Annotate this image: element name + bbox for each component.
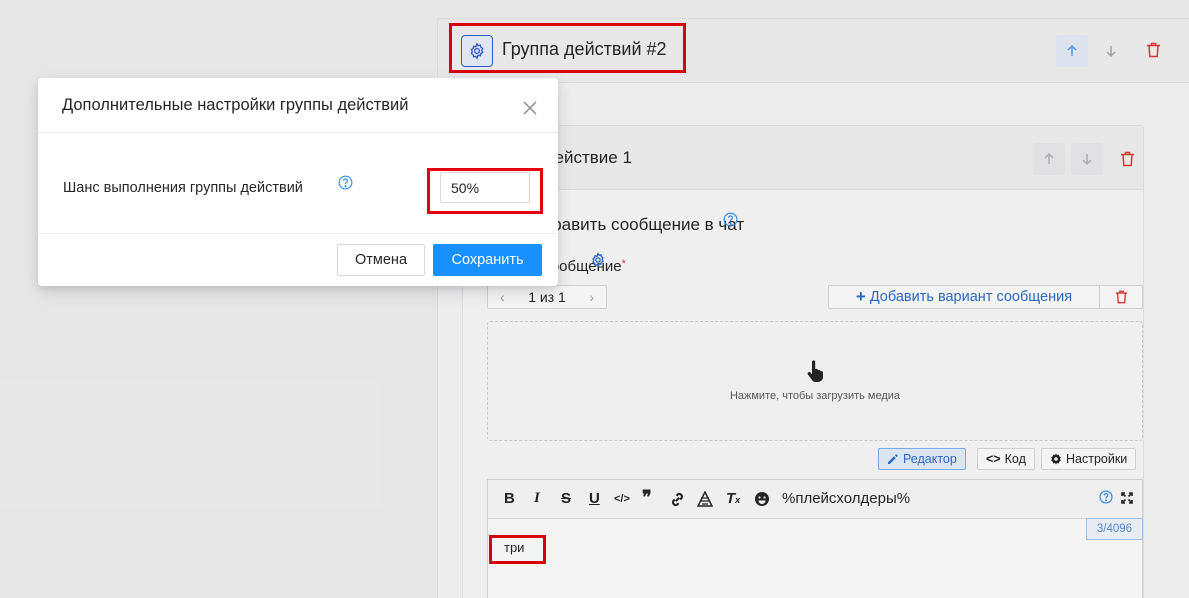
cancel-button[interactable]: Отмена <box>337 244 425 276</box>
chance-field-label: Шанс выполнения группы действий <box>63 180 303 196</box>
close-button[interactable] <box>518 96 542 120</box>
help-icon[interactable] <box>338 175 353 190</box>
save-button[interactable]: Сохранить <box>433 244 542 276</box>
group-settings-modal: Дополнительные настройки группы действий… <box>38 78 558 286</box>
modal-header-divider <box>38 132 558 133</box>
modal-footer-divider <box>38 233 558 234</box>
close-icon <box>523 101 537 115</box>
modal-title: Дополнительные настройки группы действий <box>62 96 409 114</box>
chance-input[interactable] <box>440 172 530 203</box>
